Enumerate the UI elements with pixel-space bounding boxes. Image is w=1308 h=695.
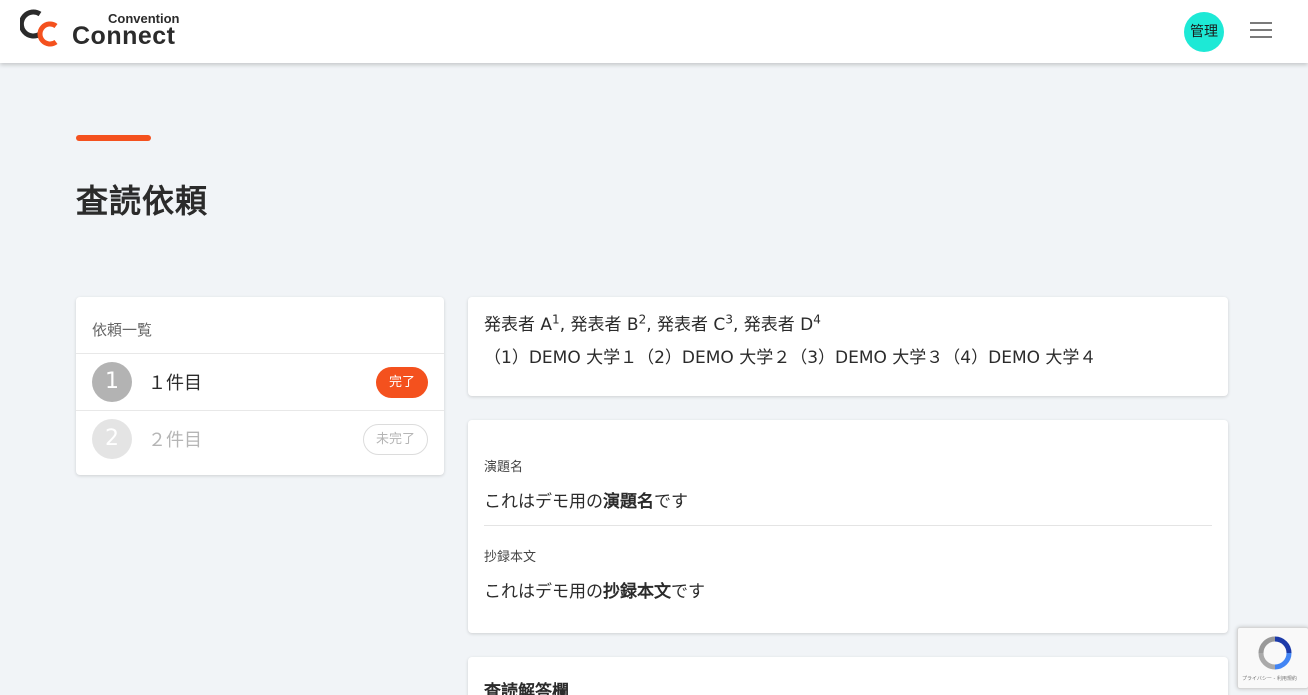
title-accent-bar [76, 135, 151, 141]
answer-heading: 査読解答欄 [484, 682, 569, 695]
recaptcha-badge[interactable]: プライバシー - 利用規約 [1237, 627, 1308, 689]
affiliations-line: （1）DEMO 大学１（2）DEMO 大学２（3）DEMO 大学３（4）DEMO… [484, 348, 1097, 368]
author-name: 発表者 B [570, 315, 639, 335]
item-label: ２件目 [148, 430, 202, 451]
authors-line: 発表者 A1, 発表者 B2, 発表者 C3, 発表者 D4 [484, 313, 1212, 337]
authors-card: 発表者 A1, 発表者 B2, 発表者 C3, 発表者 D4 （1）DEMO 大… [468, 297, 1228, 396]
abstract-card: 演題名 これはデモ用の演題名です 抄録本文 これはデモ用の抄録本文です [468, 420, 1228, 633]
text-suffix: です [654, 492, 688, 512]
text-prefix: これはデモ用の [484, 492, 603, 512]
logo-mark-icon [20, 9, 58, 47]
page-title: 査読依頼 [76, 182, 209, 220]
recaptcha-text[interactable]: プライバシー - 利用規約 [1242, 675, 1297, 682]
author-affiliation-number: 1 [552, 312, 560, 327]
author-separator: , [732, 315, 744, 335]
author-name: 発表者 D [743, 315, 814, 335]
admin-avatar[interactable]: 管理 [1184, 12, 1224, 52]
request-list-heading: 依頼一覧 [76, 297, 444, 354]
logo[interactable]: Convention Connect [20, 8, 190, 52]
text-prefix: これはデモ用の [484, 582, 603, 602]
item-label: １件目 [148, 373, 202, 394]
field-value-title: これはデモ用の演題名です [484, 487, 1212, 512]
author-name: 発表者 C [657, 315, 726, 335]
body-section: 抄録本文 これはデモ用の抄録本文です [484, 526, 1212, 602]
field-value-body: これはデモ用の抄録本文です [484, 577, 1212, 602]
text-bold: 演題名 [603, 492, 654, 512]
author-separator: , [559, 315, 571, 335]
request-list-item-2[interactable]: 2 ２件目 未完了 [76, 411, 444, 468]
text-suffix: です [671, 582, 705, 602]
logo-text-connect: Connect [72, 22, 176, 50]
app-header: Convention Connect 管理 [0, 0, 1308, 63]
request-list-card: 依頼一覧 1 １件目 完了 2 ２件目 未完了 [76, 297, 444, 475]
status-badge-complete: 完了 [375, 367, 428, 398]
item-number-badge: 1 [92, 362, 132, 402]
author-name: 発表者 A [484, 315, 553, 335]
text-bold: 抄録本文 [603, 582, 671, 602]
field-label-body: 抄録本文 [484, 550, 537, 565]
author-separator: , [646, 315, 658, 335]
status-badge-incomplete: 未完了 [362, 424, 428, 455]
review-answer-card: 査読解答欄 [468, 657, 1228, 695]
author-affiliation-number: 3 [725, 312, 733, 327]
hamburger-icon[interactable] [1250, 22, 1274, 42]
author-affiliation-number: 4 [813, 312, 821, 327]
recaptcha-icon [1258, 636, 1292, 670]
field-label-title: 演題名 [484, 460, 524, 475]
title-section: 演題名 これはデモ用の演題名です [484, 420, 1212, 526]
request-list-item-1[interactable]: 1 １件目 完了 [76, 354, 444, 411]
item-number-badge: 2 [92, 419, 132, 459]
